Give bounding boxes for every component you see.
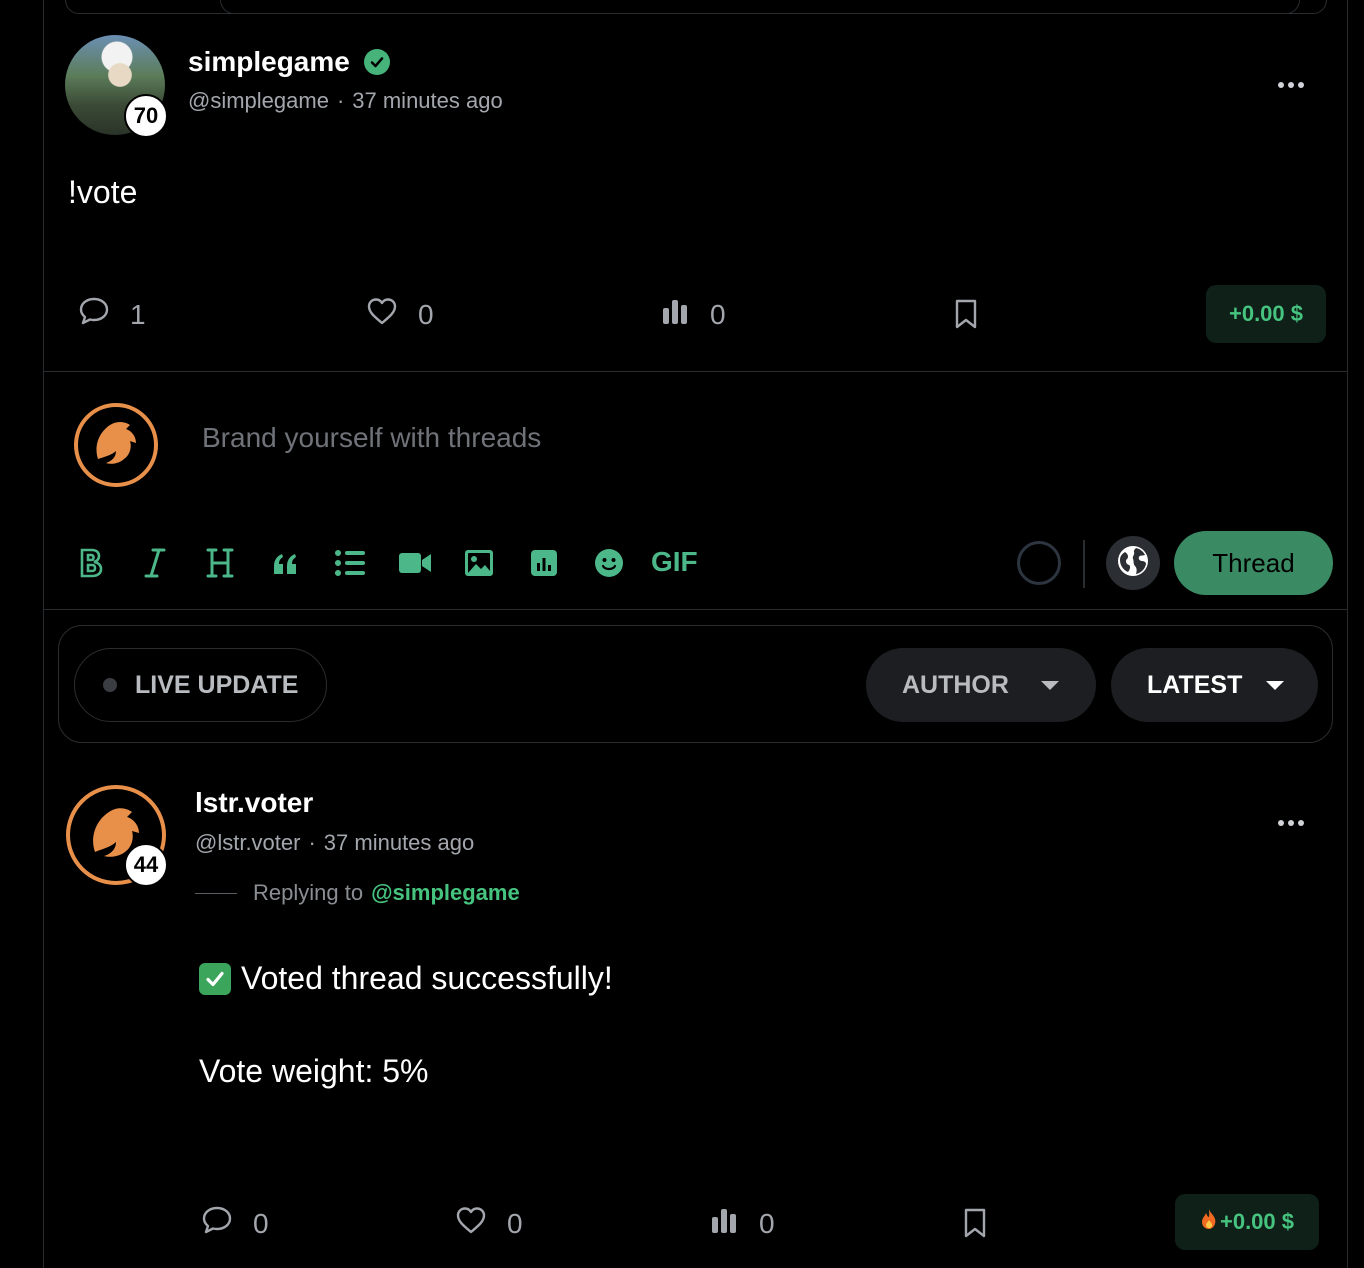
italic-icon[interactable] (140, 546, 170, 580)
reputation-badge: 44 (124, 843, 168, 887)
bar-chart-icon (660, 296, 690, 333)
post-time[interactable]: 37 minutes ago (352, 88, 502, 114)
meta-separator: · (308, 830, 316, 855)
verified-icon (363, 49, 390, 75)
list-icon[interactable] (334, 548, 366, 578)
reputation-badge: 70 (124, 94, 168, 138)
bar-chart-icon (709, 1205, 739, 1242)
vote-stat[interactable]: 0 (660, 296, 726, 333)
comment-count: 1 (130, 298, 146, 330)
sort-dropdown[interactable]: LATEST (1111, 648, 1318, 722)
reply-payout-button[interactable]: +0.00 $ (1175, 1194, 1319, 1250)
section-divider (44, 609, 1348, 610)
reply-comment-stat[interactable]: 0 (201, 1205, 269, 1242)
author-filter-label: AUTHOR (902, 670, 1009, 699)
comment-icon (201, 1205, 233, 1242)
bookmark-icon[interactable] (953, 298, 979, 335)
comment-icon (78, 296, 110, 333)
reply-author-handle[interactable]: @lstr.voter (195, 830, 300, 856)
check-mark-icon (199, 962, 231, 995)
author-name[interactable]: simplegame (188, 46, 350, 78)
bold-icon[interactable] (76, 546, 106, 580)
quote-icon[interactable] (270, 550, 300, 578)
live-update-toggle[interactable]: LIVE UPDATE (74, 648, 327, 722)
reply-line-1-text: Voted thread successfully! (241, 960, 613, 996)
reply-vote-stat[interactable]: 0 (709, 1205, 775, 1242)
vote-count: 0 (710, 298, 726, 330)
like-count: 0 (418, 298, 434, 330)
fire-icon (1200, 1208, 1218, 1236)
section-divider (44, 371, 1348, 372)
toolbar-divider (1083, 540, 1085, 588)
gif-button[interactable]: GIF (651, 546, 698, 578)
comment-stat[interactable]: 1 (78, 296, 146, 333)
more-options-icon[interactable] (1278, 82, 1304, 88)
community-select-button[interactable] (1106, 536, 1160, 590)
post-body: !vote (68, 174, 138, 210)
live-update-label: LIVE UPDATE (135, 670, 299, 699)
like-stat[interactable]: 0 (366, 296, 434, 333)
meta-separator: · (336, 88, 345, 113)
reply-body-line-2: Vote weight: 5% (199, 1053, 429, 1089)
thread-submit-button[interactable]: Thread (1174, 531, 1333, 595)
previous-card-inner-edge (220, 0, 1300, 14)
reply-payout-value: +0.00 $ (1219, 1209, 1294, 1234)
reply-like-stat[interactable]: 0 (455, 1205, 523, 1242)
image-icon[interactable] (464, 548, 494, 578)
reply-connector-line (195, 892, 237, 894)
reply-time[interactable]: 37 minutes ago (324, 830, 474, 856)
reply-body-line-1: Voted thread successfully! (199, 960, 613, 997)
composer-input[interactable]: Brand yourself with threads (202, 422, 541, 454)
sort-label: LATEST (1147, 670, 1243, 699)
composer-avatar[interactable] (72, 401, 160, 494)
payout-button[interactable]: +0.00 $ (1206, 285, 1326, 343)
heading-icon[interactable] (204, 546, 236, 580)
author-filter-dropdown[interactable]: AUTHOR (866, 648, 1096, 722)
heart-icon (455, 1205, 487, 1242)
like-count: 0 (507, 1207, 523, 1239)
emoji-icon[interactable] (594, 548, 624, 578)
replying-mention[interactable]: @simplegame (371, 880, 520, 906)
video-icon[interactable] (398, 550, 432, 576)
comment-count: 0 (253, 1207, 269, 1239)
live-indicator-dot (103, 678, 117, 692)
character-count-ring (1017, 541, 1061, 585)
vote-count: 0 (759, 1207, 775, 1239)
more-options-icon[interactable] (1278, 820, 1304, 826)
replying-prefix: Replying to (253, 880, 364, 905)
replying-to: Replying to @simplegame (195, 880, 520, 906)
chevron-down-icon (1040, 680, 1059, 690)
heart-icon (366, 296, 398, 333)
poll-icon[interactable] (530, 548, 558, 578)
author-handle[interactable]: @simplegame (188, 88, 329, 114)
globe-icon (1116, 544, 1150, 583)
chevron-down-icon (1266, 680, 1285, 690)
reply-author-name[interactable]: lstr.voter (195, 787, 313, 819)
bookmark-icon[interactable] (962, 1207, 988, 1244)
